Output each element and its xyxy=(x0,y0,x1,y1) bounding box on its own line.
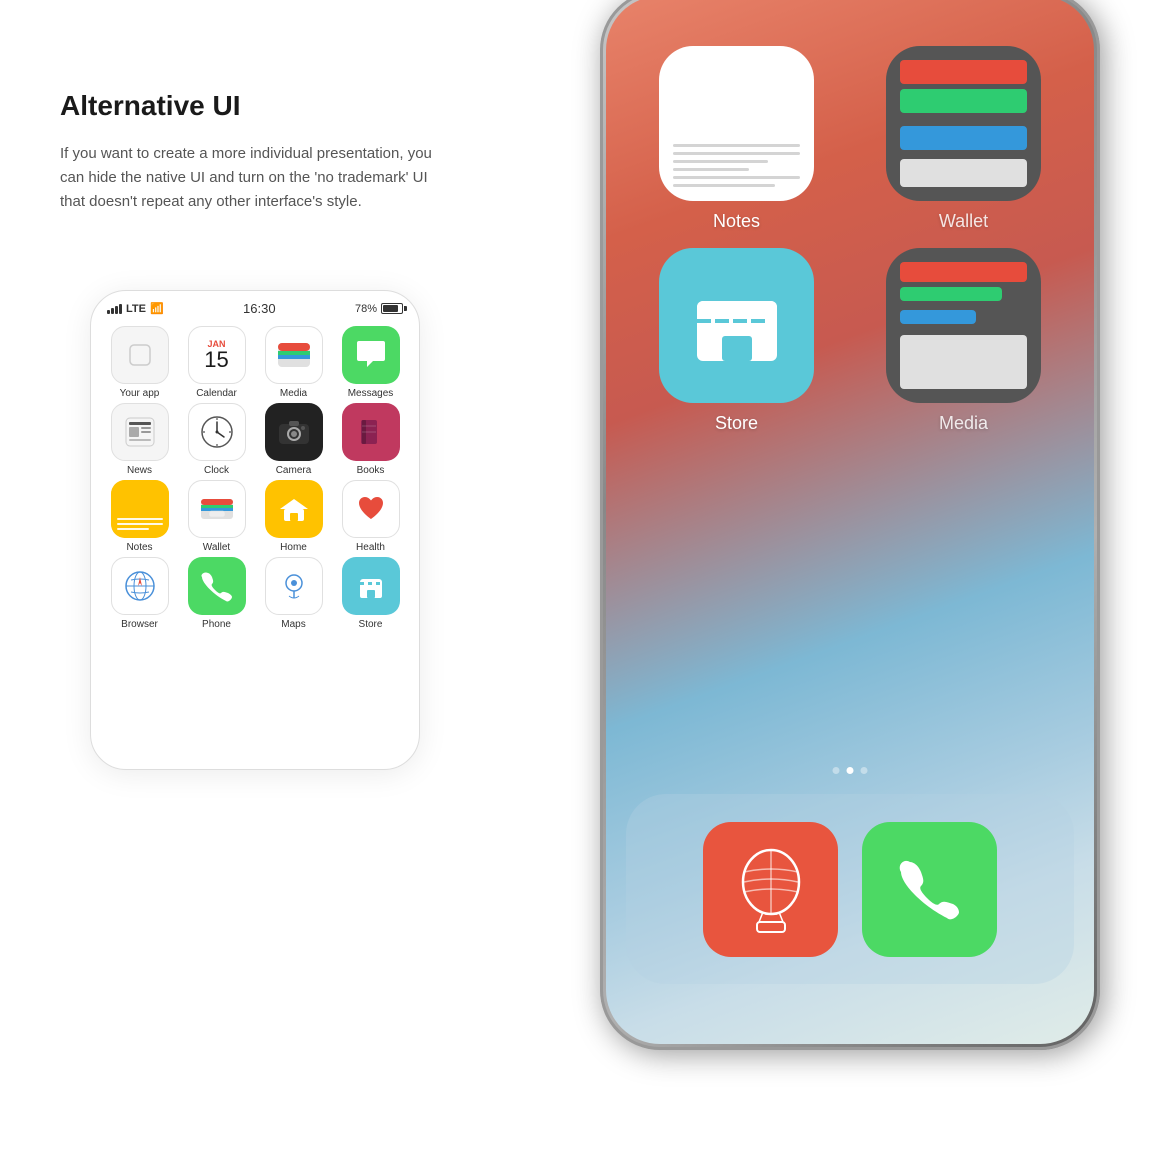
dock-hot-air-icon[interactable] xyxy=(703,822,838,957)
dock-phone-icon[interactable] xyxy=(862,822,997,957)
status-bar: LTE 📶 16:30 78% xyxy=(91,291,419,322)
app-item-your-app[interactable]: Your app xyxy=(103,326,176,399)
app-item-store[interactable]: Store xyxy=(334,557,407,630)
big-wallet-icon xyxy=(886,46,1041,201)
maps-icon xyxy=(265,557,323,615)
notes-label: Notes xyxy=(126,542,152,553)
app-item-notes[interactable]: Notes xyxy=(103,480,176,553)
wifi-icon: 📶 xyxy=(150,302,164,315)
browser-label: Browser xyxy=(121,619,158,630)
page-title: Alternative UI xyxy=(60,90,440,122)
battery-percent: 78% xyxy=(355,303,377,315)
app-item-health[interactable]: Health xyxy=(334,480,407,553)
battery-icon xyxy=(381,303,403,314)
dot-3 xyxy=(861,767,868,774)
clock-label: Clock xyxy=(204,465,229,476)
big-media-icon xyxy=(886,248,1041,403)
app-item-books[interactable]: Books xyxy=(334,403,407,476)
big-notes-icon xyxy=(659,46,814,201)
big-store-icon xyxy=(659,248,814,403)
status-time: 16:30 xyxy=(243,301,276,316)
wallet-label: Wallet xyxy=(203,542,230,553)
app-item-camera[interactable]: Camera xyxy=(257,403,330,476)
your-app-label: Your app xyxy=(120,388,160,399)
health-label: Health xyxy=(356,542,385,553)
dot-1 xyxy=(833,767,840,774)
signal-bars-icon xyxy=(107,304,122,314)
big-notes-label: Notes xyxy=(713,211,760,232)
page-dots xyxy=(833,767,868,774)
app-grid: Your app JAN 15 Calendar Media xyxy=(91,322,419,634)
phone-icon xyxy=(188,557,246,615)
app-item-browser[interactable]: Browser xyxy=(103,557,176,630)
big-wallet-label: Wallet xyxy=(939,211,988,232)
phone-label: Phone xyxy=(202,619,231,630)
messages-icon xyxy=(342,326,400,384)
big-app-item-notes[interactable]: Notes xyxy=(631,46,842,232)
app-item-clock[interactable]: Clock xyxy=(180,403,253,476)
big-app-item-wallet[interactable]: Wallet xyxy=(858,46,1069,232)
network-type: LTE xyxy=(126,303,146,315)
store-icon xyxy=(342,557,400,615)
big-media-label: Media xyxy=(939,413,988,434)
status-right: 78% xyxy=(355,303,403,315)
notes-icon xyxy=(111,480,169,538)
books-label: Books xyxy=(357,465,385,476)
app-item-maps[interactable]: Maps xyxy=(257,557,330,630)
home-icon xyxy=(265,480,323,538)
big-phone-container: Notes Wallet xyxy=(560,0,1160,1130)
app-item-wallet[interactable]: Wallet xyxy=(180,480,253,553)
health-icon xyxy=(342,480,400,538)
wallet-icon xyxy=(188,480,246,538)
media-label: Media xyxy=(280,388,307,399)
books-icon xyxy=(342,403,400,461)
dot-active xyxy=(847,767,854,774)
status-left: LTE 📶 xyxy=(107,302,164,315)
home-label: Home xyxy=(280,542,307,553)
app-item-media[interactable]: Media xyxy=(257,326,330,399)
messages-label: Messages xyxy=(348,388,394,399)
camera-label: Camera xyxy=(276,465,312,476)
big-store-label: Store xyxy=(715,413,758,434)
app-item-home[interactable]: Home xyxy=(257,480,330,553)
page-description: If you want to create a more individual … xyxy=(60,142,440,214)
camera-icon xyxy=(265,403,323,461)
app-item-phone[interactable]: Phone xyxy=(180,557,253,630)
calendar-label: Calendar xyxy=(196,388,237,399)
big-phone: Notes Wallet xyxy=(560,0,1140,1070)
app-item-news[interactable]: News xyxy=(103,403,176,476)
news-label: News xyxy=(127,465,152,476)
calendar-icon: JAN 15 xyxy=(188,326,246,384)
phone-frame: Notes Wallet xyxy=(600,0,1100,1050)
big-dock xyxy=(626,794,1074,984)
maps-label: Maps xyxy=(281,619,305,630)
media-icon xyxy=(265,326,323,384)
big-app-item-store[interactable]: Store xyxy=(631,248,842,434)
store-label: Store xyxy=(359,619,383,630)
left-panel: Alternative UI If you want to create a m… xyxy=(60,90,440,214)
news-icon xyxy=(111,403,169,461)
your-app-icon xyxy=(111,326,169,384)
browser-icon xyxy=(111,557,169,615)
app-item-calendar[interactable]: JAN 15 Calendar xyxy=(180,326,253,399)
phone-screen: Notes Wallet xyxy=(606,0,1094,1044)
small-phone-mockup: LTE 📶 16:30 78% Your app JAN 15 xyxy=(90,290,420,770)
big-app-grid: Notes Wallet xyxy=(631,46,1069,434)
big-app-item-media[interactable]: Media xyxy=(858,248,1069,434)
clock-icon xyxy=(188,403,246,461)
app-item-messages[interactable]: Messages xyxy=(334,326,407,399)
